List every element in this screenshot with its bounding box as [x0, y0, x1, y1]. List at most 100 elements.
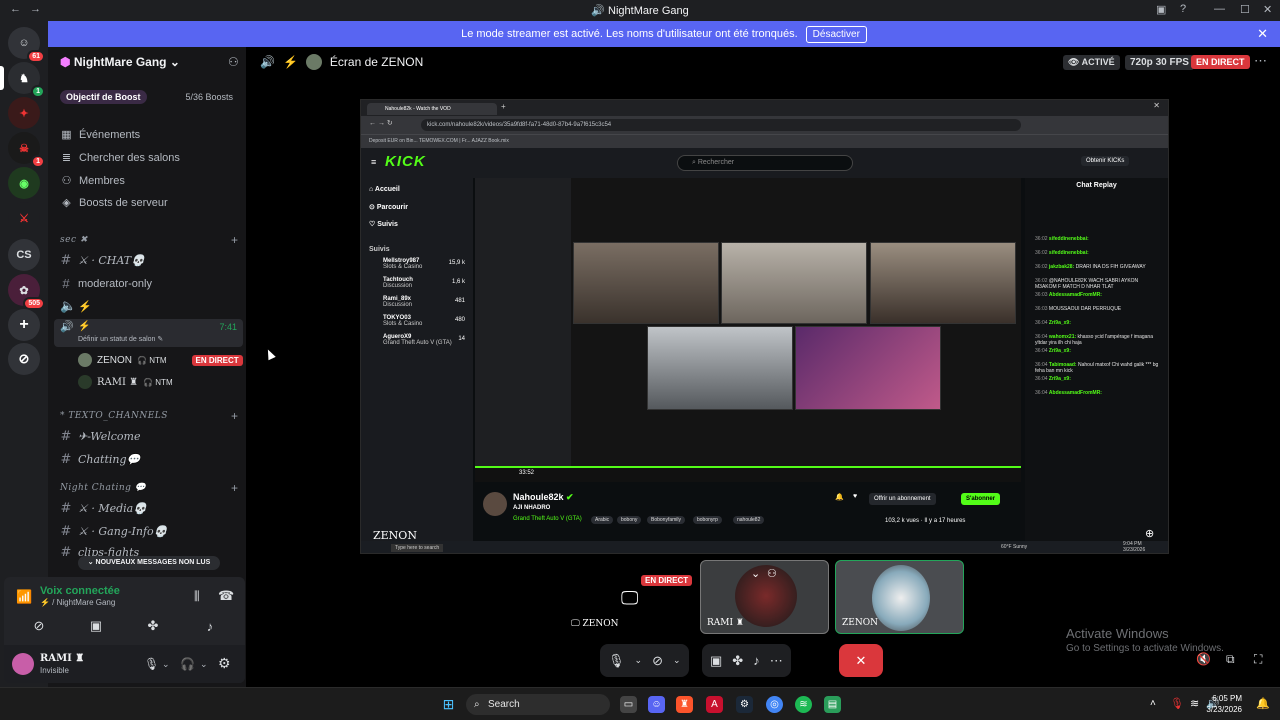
- chat-username[interactable]: sifeddinenebbai:: [1049, 236, 1089, 242]
- menu-icon[interactable]: ≡: [371, 157, 376, 167]
- voice-member-rami[interactable]: RAMI ♜ 🎧 NTM: [78, 375, 173, 389]
- taskbar-search[interactable]: ⌕ Search: [466, 694, 610, 715]
- video-controls[interactable]: 33:52: [475, 466, 1021, 482]
- channel-gang-info[interactable]: # ⚔ · Gang-Info💀: [60, 524, 168, 539]
- voice-channel-a[interactable]: 🔈 ⚡: [60, 298, 92, 314]
- chevron-down-icon[interactable]: ⌄: [162, 659, 170, 670]
- video-player[interactable]: [475, 178, 1021, 482]
- minimize-icon[interactable]: —: [1214, 3, 1225, 15]
- zoom-icon[interactable]: ⊕: [1145, 527, 1154, 540]
- nav-following[interactable]: ♡ Suivis: [369, 220, 398, 228]
- nav-browse[interactable]: ⊙ Parcourir: [369, 203, 408, 211]
- invite-icon[interactable]: ⚇: [228, 55, 239, 69]
- channel-welcome[interactable]: # ✈-Welcome: [60, 429, 141, 444]
- chat-username[interactable]: AbdessamadFromMR:: [1049, 292, 1102, 298]
- category-sec[interactable]: sec ✖: [60, 235, 88, 245]
- server-icon-3[interactable]: ☠ 1: [8, 132, 45, 168]
- voice-member-zenon[interactable]: ZENON 🎧 NTM EN DIRECT: [78, 353, 243, 367]
- soundboard-button[interactable]: ♪: [190, 615, 230, 637]
- discord-app-icon[interactable]: ☺: [648, 696, 665, 713]
- server-icon-nightmare[interactable]: ♞ 1: [0, 62, 45, 98]
- inbox-icon[interactable]: ▣: [1156, 3, 1166, 16]
- tile-zenon-screen[interactable]: EN DIRECT 🖵 🖵 ZENON: [565, 560, 694, 634]
- screen-share-icon[interactable]: ▣: [710, 653, 722, 669]
- taskbar-clock[interactable]: 6:05 PM 3/23/2026: [1206, 693, 1242, 715]
- soundboard-icon[interactable]: ♪: [753, 653, 760, 668]
- add-server-button[interactable]: +: [8, 309, 40, 341]
- avatar[interactable]: [12, 653, 34, 675]
- boost-goal[interactable]: Objectif de Boost 5/36 Boosts: [56, 87, 239, 109]
- noise-suppression-icon[interactable]: ⫼: [194, 589, 200, 604]
- disconnect-icon[interactable]: ☎: [218, 588, 234, 604]
- direct-messages-button[interactable]: ☺ 61: [8, 27, 45, 63]
- spotify-icon[interactable]: ≋: [795, 696, 812, 713]
- disable-streamer-button[interactable]: Désactiver: [805, 25, 867, 43]
- browser-tab[interactable]: Nahoule82k - Watch the VOD: [367, 103, 497, 115]
- streamer-name[interactable]: Nahoule82k ✔: [513, 492, 574, 503]
- app-icon[interactable]: ▤: [824, 696, 841, 713]
- chat-username[interactable]: Zri9a_x9:: [1049, 320, 1071, 326]
- task-view-icon[interactable]: ▭: [620, 696, 637, 713]
- server-icon-2[interactable]: ✦: [8, 97, 40, 129]
- chevron-down-icon[interactable]: ⌄: [635, 655, 643, 666]
- stream-tag[interactable]: nahoule82: [733, 516, 765, 524]
- server-icon-5[interactable]: ⚔: [8, 202, 40, 234]
- tray-chevron-icon[interactable]: ˄: [1150, 698, 1156, 709]
- kick-search-input[interactable]: ⌕ Rechercher: [677, 155, 853, 171]
- kick-logo[interactable]: KICK: [385, 153, 426, 170]
- stream-tag[interactable]: bobony: [617, 516, 642, 524]
- chat-username[interactable]: sifeddinenebbai:: [1049, 250, 1089, 256]
- followed-item[interactable]: Tachtouch Discussion: [383, 277, 413, 289]
- channel-chatting[interactable]: # Chatting💬: [60, 452, 141, 467]
- signal-icon[interactable]: 📶: [16, 589, 32, 605]
- speaker-mute-icon[interactable]: 🔇: [1196, 652, 1211, 666]
- gear-icon[interactable]: ⚙: [218, 655, 231, 672]
- video-off-button[interactable]: ⊘: [19, 615, 59, 637]
- channel-status-hint[interactable]: Définir un statut de salon ✎: [78, 335, 163, 343]
- heart-icon[interactable]: ♥: [853, 493, 857, 500]
- activities-icon[interactable]: ✤: [732, 653, 743, 669]
- add-channel-icon[interactable]: +: [231, 233, 238, 247]
- microphone-icon[interactable]: 🎙: [144, 657, 159, 671]
- headphones-icon[interactable]: 🎧: [180, 657, 195, 671]
- server-header[interactable]: ⬢ NightMare Gang ⌄: [60, 55, 180, 69]
- server-cs[interactable]: CS: [8, 239, 40, 271]
- chevron-down-icon[interactable]: ⌄: [751, 567, 760, 580]
- fullscreen-icon[interactable]: ⛶: [1254, 652, 1262, 667]
- category-night-chating[interactable]: Night Chating 💬: [60, 483, 146, 493]
- chrome-icon[interactable]: ◎: [766, 696, 783, 713]
- channel-chat[interactable]: # ⚔ · CHAT💀: [60, 253, 145, 268]
- shared-screen[interactable]: Nahoule82k - Watch the VOD + ✕ ← → ↻ kic…: [360, 99, 1169, 554]
- chat-username[interactable]: AbdessamadFromMR:: [1049, 390, 1102, 396]
- channel-media[interactable]: # ⚔ · Media💀: [60, 501, 147, 516]
- microphone-tray-icon[interactable]: 🎙: [1170, 697, 1184, 710]
- followed-item[interactable]: Mellstroy987 Slots & Casino: [383, 258, 422, 270]
- chevron-down-icon[interactable]: ⌄: [673, 655, 681, 666]
- tile-rami[interactable]: ⌄ ⚇ RAMI ♜: [700, 560, 829, 634]
- more-icon[interactable]: ⋯: [770, 653, 783, 669]
- tile-zenon-camera[interactable]: ZENON: [835, 560, 964, 634]
- subscribe-button[interactable]: S'abonner: [961, 493, 1001, 505]
- voice-channel-active[interactable]: 🔊 ⚡ 7:41 Définir un statut de salon ✎: [54, 319, 243, 347]
- wifi-icon[interactable]: ≋: [1190, 697, 1199, 710]
- app-icon[interactable]: A: [706, 696, 723, 713]
- server-icon-8[interactable]: ✿ 505: [8, 274, 45, 310]
- microphone-icon[interactable]: 🎙: [608, 653, 625, 669]
- chat-username[interactable]: Zri9a_x9:: [1049, 376, 1071, 382]
- nav-home[interactable]: ⌂ Accueil: [369, 186, 400, 193]
- activities-button[interactable]: ✤: [133, 615, 173, 637]
- server-icon-4[interactable]: ◉: [8, 167, 40, 199]
- explore-button[interactable]: ⊘: [8, 343, 40, 375]
- avatar[interactable]: [483, 492, 507, 516]
- channel-moderator-only[interactable]: # moderator-only: [60, 276, 152, 291]
- steam-icon[interactable]: ⚙: [736, 696, 753, 713]
- stream-tag[interactable]: bobonyrp: [693, 516, 722, 524]
- browser-nav-icon[interactable]: ← → ↻: [369, 119, 393, 127]
- menu-browse-channels[interactable]: ≣ Chercher des salons: [60, 151, 180, 165]
- get-kicks-button[interactable]: Obtenir KICKs: [1081, 156, 1130, 166]
- chevron-down-icon[interactable]: ⌄: [200, 659, 208, 670]
- bell-icon[interactable]: 🔔: [835, 493, 844, 501]
- help-icon[interactable]: ?: [1180, 3, 1186, 15]
- start-icon[interactable]: ⊞: [440, 696, 457, 713]
- url-field[interactable]: kick.com/nahoule82k/videos/35a9fd8f-fa71…: [421, 119, 1021, 131]
